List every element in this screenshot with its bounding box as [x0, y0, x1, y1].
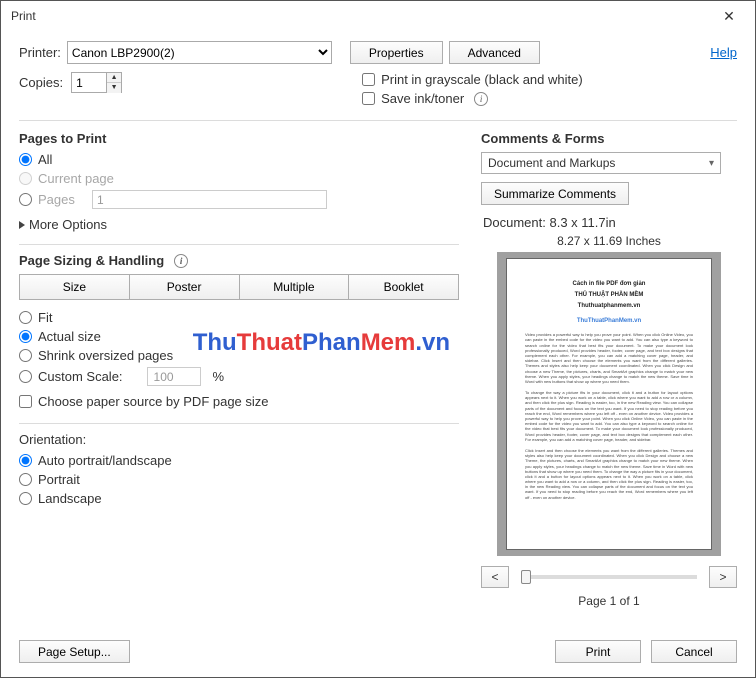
- print-button[interactable]: Print: [555, 640, 641, 663]
- printer-label: Printer:: [19, 45, 61, 60]
- page-setup-button[interactable]: Page Setup...: [19, 640, 130, 663]
- more-options-toggle[interactable]: More Options: [19, 217, 459, 232]
- pages-current-radio: Current page: [19, 171, 459, 186]
- custom-scale-input[interactable]: [147, 367, 201, 386]
- prev-page-button[interactable]: <: [481, 566, 509, 588]
- preview-dimensions: 8.27 x 11.69 Inches: [481, 234, 737, 248]
- page-slider[interactable]: [521, 575, 697, 579]
- chevron-down-icon: ▾: [709, 158, 714, 169]
- comments-forms-select[interactable]: Document and Markups ▾: [481, 152, 721, 174]
- pages-all-radio[interactable]: All: [19, 152, 459, 167]
- printer-select[interactable]: Canon LBP2900(2): [67, 41, 332, 64]
- properties-button[interactable]: Properties: [350, 41, 443, 64]
- orientation-landscape-radio[interactable]: Landscape: [19, 491, 459, 506]
- orientation-auto-radio[interactable]: Auto portrait/landscape: [19, 453, 459, 468]
- pages-range-radio[interactable]: Pages: [19, 190, 459, 209]
- info-icon[interactable]: i: [474, 92, 488, 106]
- multiple-tab[interactable]: Multiple: [239, 274, 350, 300]
- document-dimensions: Document: 8.3 x 11.7in: [483, 215, 737, 230]
- window-title: Print: [11, 9, 709, 23]
- shrink-radio[interactable]: Shrink oversized pages: [19, 348, 459, 363]
- comments-forms-title: Comments & Forms: [481, 131, 737, 146]
- info-icon[interactable]: i: [174, 254, 188, 268]
- advanced-button[interactable]: Advanced: [449, 41, 540, 64]
- size-tab[interactable]: Size: [19, 274, 130, 300]
- save-ink-checkbox[interactable]: Save ink/toner i: [362, 91, 583, 106]
- sizing-title: Page Sizing & Handling i: [19, 253, 459, 268]
- close-icon[interactable]: ✕: [709, 2, 749, 30]
- copies-input[interactable]: [72, 73, 106, 92]
- slider-thumb[interactable]: [521, 570, 531, 584]
- spinner-up-icon[interactable]: ▲: [107, 73, 121, 83]
- help-link[interactable]: Help: [710, 45, 737, 60]
- copies-label: Copies:: [19, 75, 63, 90]
- chevron-right-icon: [19, 221, 25, 229]
- cancel-button[interactable]: Cancel: [651, 640, 737, 663]
- poster-tab[interactable]: Poster: [129, 274, 240, 300]
- choose-paper-checkbox[interactable]: Choose paper source by PDF page size: [19, 394, 459, 409]
- pages-range-input[interactable]: [92, 190, 327, 209]
- pages-to-print-title: Pages to Print: [19, 131, 459, 146]
- spinner-down-icon[interactable]: ▼: [107, 83, 121, 93]
- copies-spinner[interactable]: ▲ ▼: [71, 72, 122, 93]
- orientation-portrait-radio[interactable]: Portrait: [19, 472, 459, 487]
- page-indicator: Page 1 of 1: [481, 594, 737, 608]
- custom-scale-radio[interactable]: Custom Scale: %: [19, 367, 459, 386]
- preview-page: Cách in file PDF đơn giản THỦ THUẬT PHẦN…: [507, 259, 711, 549]
- next-page-button[interactable]: >: [709, 566, 737, 588]
- booklet-tab[interactable]: Booklet: [348, 274, 459, 300]
- print-preview: Cách in file PDF đơn giản THỦ THUẬT PHẦN…: [497, 252, 721, 556]
- grayscale-checkbox[interactable]: Print in grayscale (black and white): [362, 72, 583, 87]
- summarize-comments-button[interactable]: Summarize Comments: [481, 182, 629, 205]
- orientation-title: Orientation:: [19, 432, 459, 447]
- fit-radio[interactable]: Fit: [19, 310, 459, 325]
- actual-size-radio[interactable]: Actual size: [19, 329, 459, 344]
